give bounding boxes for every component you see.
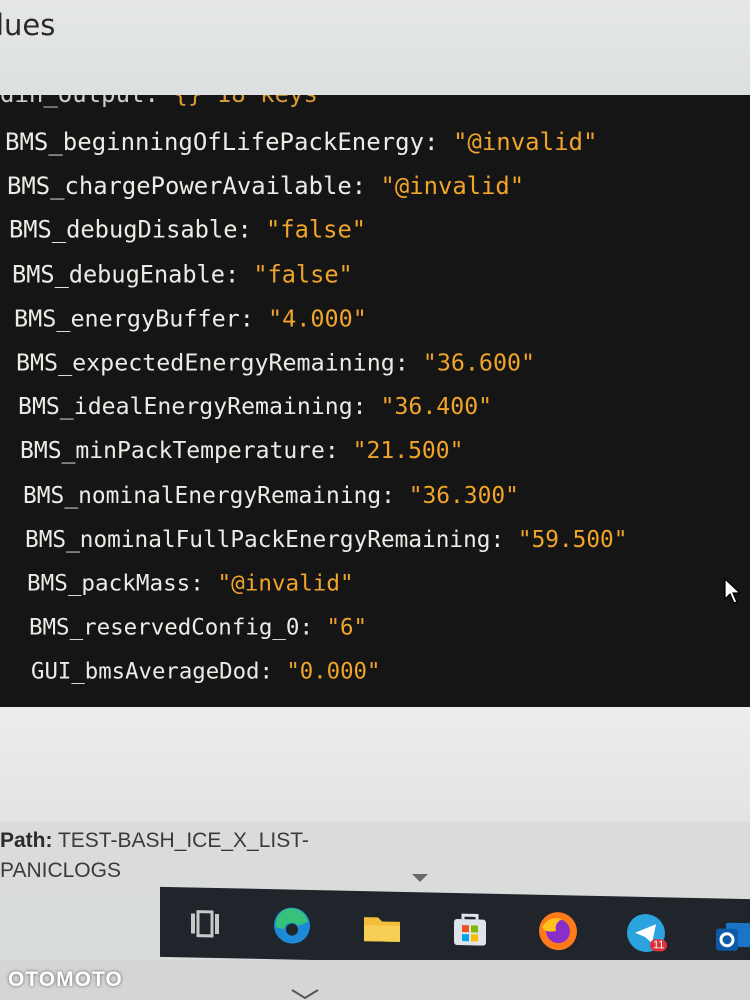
window-title-bar: lues <box>0 0 750 95</box>
console-line-key: din_output: <box>0 95 159 108</box>
console-line-key: BMS_idealEnergyRemaining: <box>18 393 367 421</box>
console-line-value: "59.500" <box>517 525 628 553</box>
console-line-value: "@invalid" <box>380 172 525 201</box>
console-line: BMS_debugEnable: "false" <box>12 261 353 289</box>
telegram-icon[interactable]: 11 <box>624 911 668 956</box>
path-bar: Path: TEST-BASH_ICE_X_LIST- PANICLOGS <box>0 822 750 898</box>
notification-badge: 11 <box>650 939 668 952</box>
console-line: BMS_expectedEnergyRemaining: "36.600" <box>16 349 535 376</box>
console-line-value: "21.500" <box>353 437 464 465</box>
path-label: Path: <box>0 829 53 852</box>
console-line: BMS_chargePowerAvailable: "@invalid" <box>7 172 524 200</box>
console-line-key: BMS_chargePowerAvailable: <box>7 172 367 201</box>
console-line-key: BMS_energyBuffer: <box>13 304 254 333</box>
console-line-value: "36.300" <box>408 481 519 509</box>
chevron-down-icon <box>291 989 319 1000</box>
console-line-key: BMS_expectedEnergyRemaining: <box>16 349 409 377</box>
console-line: BMS_reservedConfig_0: "6" <box>29 614 367 640</box>
console-line: BMS_nominalFullPackEnergyRemaining: "59.… <box>25 526 627 553</box>
path-value-line1: TEST-BASH_ICE_X_LIST- <box>57 829 309 852</box>
watermark: OTOMOTO <box>8 968 123 991</box>
firefox-icon[interactable] <box>536 909 580 954</box>
console-line: BMS_idealEnergyRemaining: "36.400" <box>18 393 492 420</box>
console-line: BMS_minPackTemperature: "21.500" <box>20 437 464 464</box>
outlook-icon[interactable] <box>712 912 750 957</box>
taskbar: 11 <box>160 886 750 970</box>
console-line-value: "6" <box>326 614 368 641</box>
mouse-cursor-icon <box>724 578 742 604</box>
store-icon[interactable] <box>448 907 492 952</box>
window-title: lues <box>0 8 56 42</box>
console-line-value: "@invalid" <box>452 128 598 156</box>
console-line-value: "36.600" <box>422 349 536 377</box>
console-line-value: "36.400" <box>380 393 493 421</box>
task-view-icon[interactable] <box>182 901 226 946</box>
content-area <box>0 707 750 822</box>
console-line: BMS_packMass: "@invalid" <box>27 570 354 596</box>
console-line-value: "4.000" <box>267 304 367 333</box>
file-explorer-icon[interactable] <box>360 905 404 950</box>
console-line-cut: din_output: {} 18 keys <box>0 95 318 108</box>
console-line-key: BMS_minPackTemperature: <box>20 437 340 465</box>
console-output: din_output: {} 18 keys BMS_beginningOfLi… <box>0 95 750 707</box>
console-line: GUI_bmsAverageDod: "0.000" <box>31 658 380 684</box>
chevron-down-icon[interactable] <box>412 874 428 882</box>
console-line: BMS_energyBuffer: "4.000" <box>14 305 367 332</box>
console-line-value: {} 18 keys <box>173 95 318 108</box>
console-line-key: BMS_nominalEnergyRemaining: <box>22 481 395 509</box>
console-line-key: BMS_debugEnable: <box>11 260 239 289</box>
console-line-key: BMS_debugDisable: <box>9 216 253 245</box>
console-line: BMS_nominalEnergyRemaining: "36.300" <box>23 482 519 509</box>
console-line-key: BMS_nominalFullPackEnergyRemaining: <box>24 525 504 553</box>
console-line: BMS_beginningOfLifePackEnergy: "@invalid… <box>5 128 597 156</box>
path-field[interactable]: Path: TEST-BASH_ICE_X_LIST- PANICLOGS <box>0 826 309 886</box>
console-line-key: BMS_beginningOfLifePackEnergy: <box>5 128 439 156</box>
console-line-value: "false" <box>252 260 353 289</box>
console-line-key: BMS_reservedConfig_0: <box>29 614 314 641</box>
console-line-key: GUI_bmsAverageDod: <box>31 658 274 685</box>
console-line-value: "false" <box>266 216 367 245</box>
console-line-value: "@invalid" <box>217 570 354 597</box>
console-line: BMS_debugDisable: "false" <box>9 216 366 244</box>
console-line-key: BMS_packMass: <box>27 570 204 597</box>
console-line-value: "0.000" <box>286 658 381 685</box>
path-value-line2: PANICLOGS <box>0 859 121 882</box>
edge-icon[interactable] <box>270 903 314 948</box>
